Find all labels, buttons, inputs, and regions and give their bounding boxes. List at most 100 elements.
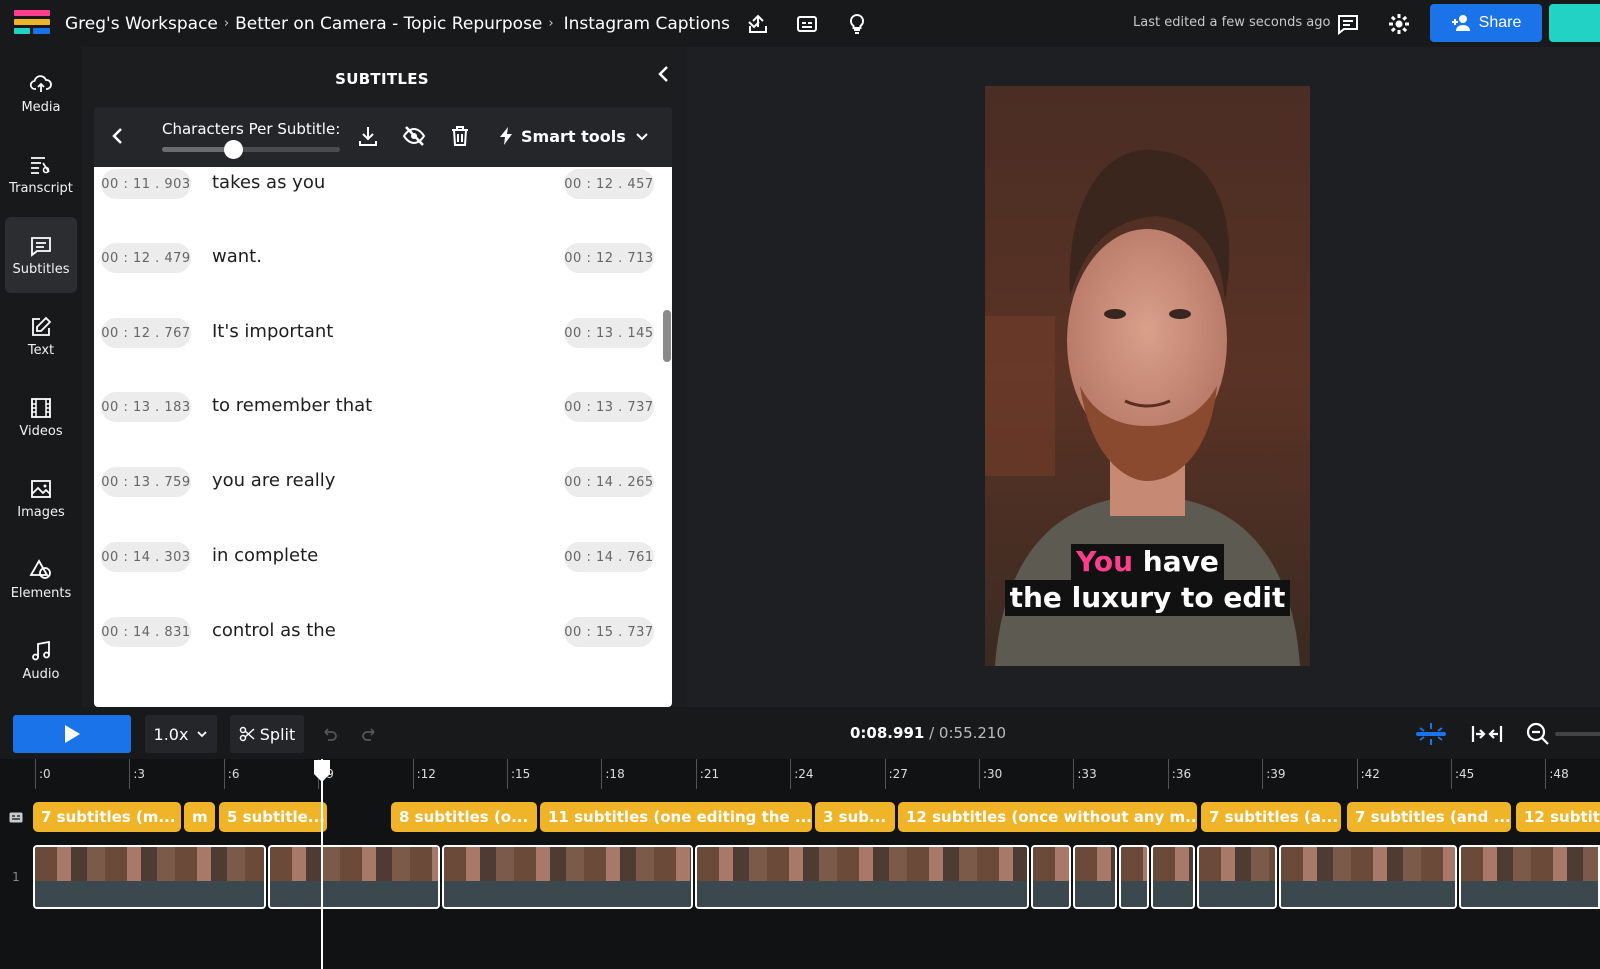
subtitle-block[interactable]: m (184, 802, 215, 832)
music-icon (32, 640, 50, 660)
smart-tools-label: Smart tools (521, 126, 626, 146)
start-time[interactable]: 00 : 12 . 479 (101, 243, 191, 273)
subtitle-block[interactable]: 7 subtitles (m... (33, 802, 181, 832)
start-time[interactable]: 00 : 14 . 303 (101, 542, 191, 572)
nav-item-images[interactable]: Images (5, 460, 77, 536)
subtitle-block[interactable]: 8 subtitles (o... (391, 802, 537, 832)
start-time[interactable]: 00 : 13 . 183 (101, 392, 191, 422)
breadcrumb-workspace[interactable]: Greg's Workspace (65, 14, 218, 34)
start-time[interactable]: 00 : 14 . 831 (101, 617, 191, 647)
subtitle-row[interactable]: 00 : 14 . 831 control as the 00 : 15 . 7… (94, 611, 672, 651)
download-icon[interactable] (356, 124, 380, 148)
snap-icon[interactable] (1414, 721, 1448, 747)
subtitle-row[interactable]: 00 : 13 . 183 to remember that 00 : 13 .… (94, 386, 672, 426)
subtitle-block[interactable]: 12 subtitl (1516, 802, 1600, 832)
video-clip[interactable] (268, 845, 440, 909)
collapse-panel-icon[interactable] (652, 62, 676, 86)
smart-tools-button[interactable]: Smart tools (499, 122, 650, 150)
gear-icon[interactable] (1387, 12, 1411, 36)
video-preview[interactable]: You have the luxury to edit (985, 86, 1310, 666)
chevron-down-icon (197, 731, 208, 738)
zoom-out-icon[interactable] (1523, 721, 1557, 747)
subtitle-text[interactable]: takes as you (212, 172, 325, 193)
redo-icon[interactable] (361, 726, 379, 744)
subtitle-block[interactable]: 7 subtitles (a... (1201, 802, 1341, 832)
export-button[interactable] (1549, 4, 1600, 42)
subtitle-row[interactable]: 00 : 12 . 767 It's important 00 : 13 . 1… (94, 312, 672, 352)
video-clip[interactable] (1151, 845, 1195, 909)
subtitle-row[interactable]: 00 : 11 . 903 takes as you 00 : 12 . 457 (94, 167, 672, 203)
timeline[interactable]: :0:3:6:9:12:15:18:21:24:27:30:33:36:39:4… (0, 759, 1600, 969)
end-time[interactable]: 00 : 15 . 737 (564, 617, 654, 647)
subtitle-block[interactable]: 11 subtitles (one editing the ... (540, 802, 812, 832)
subtitle-list: 00 : 11 . 903 takes as you 00 : 12 . 457… (94, 167, 672, 707)
back-icon[interactable] (106, 124, 130, 148)
trash-icon[interactable] (448, 124, 472, 148)
end-time[interactable]: 00 : 14 . 265 (564, 467, 654, 497)
speed-select[interactable]: 1.0x (145, 715, 217, 753)
subtitle-row[interactable]: 00 : 13 . 759 you are really 00 : 14 . 2… (94, 461, 672, 501)
cps-slider[interactable] (162, 140, 340, 159)
subtitle-block[interactable]: 5 subtitle... (219, 802, 327, 832)
play-button[interactable] (13, 715, 131, 753)
share-button[interactable]: Share (1430, 4, 1542, 42)
nav-item-audio[interactable]: Audio (5, 622, 77, 698)
upload-icon[interactable] (746, 12, 770, 36)
fit-to-screen-icon[interactable] (1470, 721, 1504, 747)
subtitle-block[interactable]: 12 subtitles (once without any m... (898, 802, 1197, 832)
zoom-slider[interactable] (1555, 732, 1600, 736)
captions-icon[interactable] (795, 12, 819, 36)
video-clip[interactable] (1119, 845, 1149, 909)
split-button[interactable]: Split (230, 715, 304, 753)
start-time[interactable]: 00 : 13 . 759 (101, 467, 191, 497)
start-time[interactable]: 00 : 11 . 903 (101, 169, 191, 199)
video-clip[interactable] (1073, 845, 1117, 909)
timeline-tick: :33 (1073, 759, 1097, 789)
scissors-icon (239, 726, 255, 742)
subtitle-text[interactable]: control as the (212, 620, 336, 641)
subtitle-text[interactable]: It's important (212, 321, 333, 342)
video-clip[interactable] (1459, 845, 1600, 909)
nav-item-transcript[interactable]: Transcript (5, 136, 77, 212)
start-time[interactable]: 00 : 12 . 767 (101, 318, 191, 348)
video-clip[interactable] (1031, 845, 1071, 909)
nav-item-videos[interactable]: Videos (5, 379, 77, 455)
video-clip[interactable] (442, 845, 693, 909)
subtitle-list-scrollbar[interactable] (663, 310, 671, 362)
subtitle-block[interactable]: 7 subtitles (and ... (1347, 802, 1511, 832)
video-clip[interactable] (1279, 845, 1457, 909)
video-clip[interactable] (695, 845, 1029, 909)
subtitle-row[interactable]: 00 : 14 . 303 in complete 00 : 14 . 761 (94, 536, 672, 576)
nav-item-elements[interactable]: Elements (5, 541, 77, 617)
cps-slider-handle[interactable] (223, 140, 243, 159)
subtitle-text[interactable]: you are really (212, 470, 335, 491)
end-time[interactable]: 00 : 14 . 761 (564, 542, 654, 572)
eye-off-icon[interactable] (402, 124, 426, 148)
subtitle-text[interactable]: in complete (212, 545, 318, 566)
end-time[interactable]: 00 : 12 . 457 (564, 169, 654, 199)
app-logo-icon[interactable] (14, 9, 50, 37)
video-clip[interactable] (1197, 845, 1277, 909)
end-time[interactable]: 00 : 13 . 737 (564, 392, 654, 422)
subtitle-text[interactable]: to remember that (212, 395, 372, 416)
nav-item-text[interactable]: Text (5, 298, 77, 374)
lightbulb-icon[interactable] (845, 12, 869, 36)
video-clip[interactable] (33, 845, 266, 909)
lightning-icon (500, 127, 512, 145)
subtitle-text[interactable]: want. (212, 246, 262, 267)
end-time[interactable]: 00 : 12 . 713 (564, 243, 654, 273)
undo-icon[interactable] (320, 726, 338, 744)
end-time[interactable]: 00 : 13 . 145 (564, 318, 654, 348)
comments-icon[interactable] (1336, 12, 1360, 36)
nav-item-media[interactable]: Media (5, 55, 77, 131)
playhead[interactable] (321, 759, 323, 969)
timeline-ruler[interactable]: :0:3:6:9:12:15:18:21:24:27:30:33:36:39:4… (0, 759, 1600, 789)
playhead-handle-icon[interactable] (312, 760, 332, 782)
breadcrumb-separator-icon: › (223, 16, 230, 31)
nav-item-subtitles[interactable]: Subtitles (5, 217, 77, 293)
subtitle-block[interactable]: 3 sub... (815, 802, 895, 832)
project-title[interactable]: Instagram Captions (564, 14, 730, 34)
breadcrumb-project[interactable]: Better on Camera - Topic Repurpose (235, 14, 542, 34)
subtitle-row[interactable]: 00 : 12 . 479 want. 00 : 12 . 713 (94, 237, 672, 277)
left-nav: Media Transcript Subtitles Text Videos I… (0, 47, 82, 707)
